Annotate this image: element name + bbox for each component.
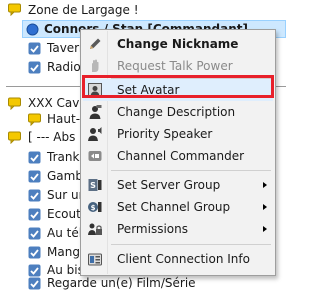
- client-check-icon: [28, 264, 41, 277]
- client-check-icon: [28, 42, 41, 55]
- client-check-icon: [28, 227, 41, 240]
- menu-item-set-server-group[interactable]: S Set Server Group: [83, 174, 273, 196]
- svg-text:S: S: [90, 181, 96, 190]
- menu-item-client-connection-info[interactable]: Client Connection Info: [83, 248, 273, 270]
- client-gamb[interactable]: Gamb: [47, 167, 83, 185]
- client-regarde[interactable]: Regarde un(e) Film/Série: [47, 274, 196, 292]
- channel-commander-icon: [88, 151, 102, 161]
- server-group-icon: S: [88, 179, 102, 191]
- menu-item-request-talk-power[interactable]: Request Talk Power: [83, 55, 273, 77]
- submenu-arrow-icon: [263, 182, 267, 188]
- description-user-icon: [89, 105, 102, 119]
- menu-item-permissions[interactable]: Permissions: [83, 218, 273, 240]
- menu-separator: [111, 244, 271, 245]
- connection-info-icon: [88, 253, 102, 266]
- channel-zone-de-largage[interactable]: Zone de Largage !: [28, 1, 139, 19]
- priority-speaker-icon: [88, 127, 102, 141]
- permissions-icon: [88, 223, 102, 235]
- highlight-annotation-box: [82, 75, 274, 98]
- svg-text:$: $: [91, 204, 96, 212]
- client-mang[interactable]: Mang: [47, 243, 80, 261]
- menu-item-priority-speaker[interactable]: Priority Speaker: [83, 123, 273, 145]
- menu-separator: [111, 170, 271, 171]
- channel-chat-icon: [8, 3, 21, 16]
- channel-group-icon: $: [88, 202, 102, 212]
- raise-hand-icon: [92, 59, 99, 72]
- submenu-arrow-icon: [263, 204, 267, 210]
- client-check-icon: [28, 61, 41, 74]
- menu-item-set-channel-group[interactable]: $ Set Channel Group: [83, 196, 273, 218]
- channel-abs[interactable]: [ --- Abs: [28, 128, 75, 146]
- submenu-arrow-icon: [263, 226, 267, 232]
- client-check-icon: [28, 170, 41, 183]
- client-check-icon: [28, 277, 41, 290]
- client-check-icon: [28, 208, 41, 221]
- channel-chat-icon: [28, 113, 41, 126]
- client-check-icon: [28, 151, 41, 164]
- client-talk-status-icon: [26, 23, 39, 36]
- client-context-menu: Change Nickname Request Talk Power Set A…: [80, 29, 276, 276]
- client-check-icon: [28, 189, 41, 202]
- menu-item-channel-commander[interactable]: Channel Commander: [83, 145, 273, 167]
- client-au-tel[interactable]: Au tél: [47, 224, 82, 242]
- client-radio[interactable]: Radio: [47, 58, 81, 76]
- channel-chat-icon: [8, 131, 21, 144]
- menu-item-change-nickname[interactable]: Change Nickname: [83, 33, 273, 55]
- pencil-icon: [90, 38, 101, 49]
- channel-chat-icon: [8, 97, 21, 110]
- menu-item-change-description[interactable]: Change Description: [83, 101, 273, 123]
- client-check-icon: [28, 246, 41, 259]
